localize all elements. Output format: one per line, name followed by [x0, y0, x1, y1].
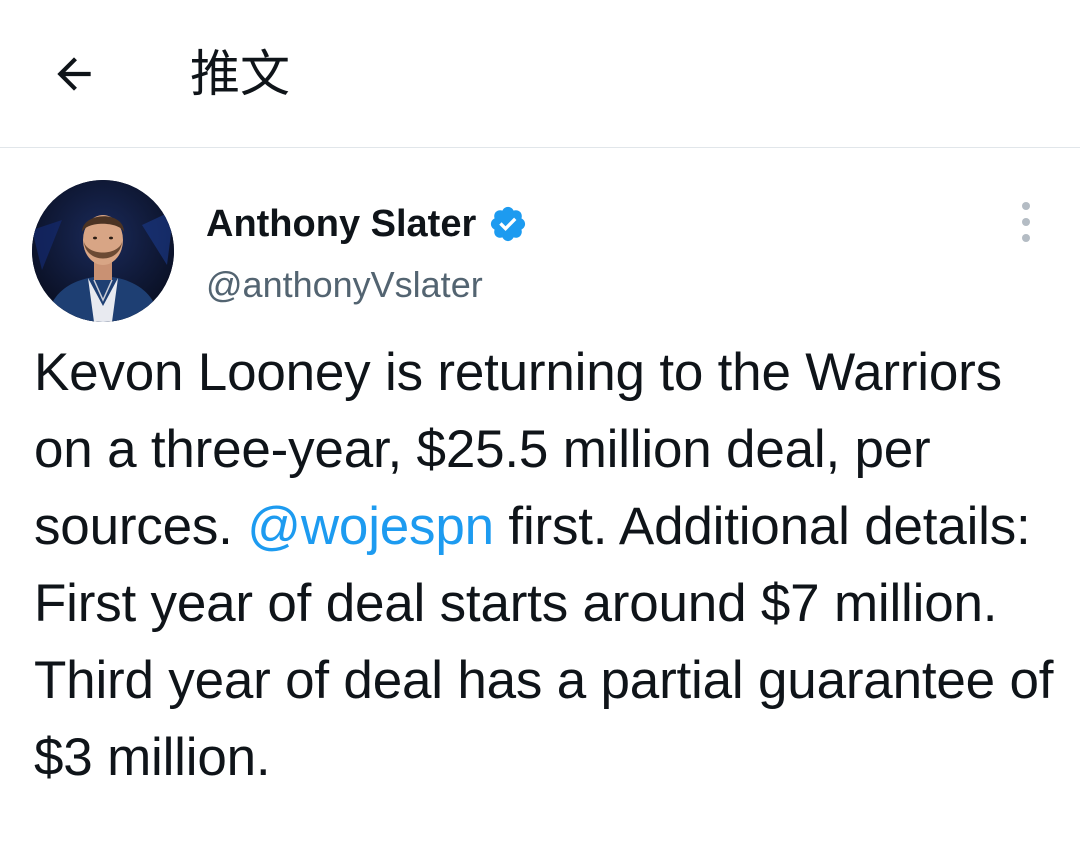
top-app-bar: 推文 — [0, 0, 1080, 148]
more-options-button[interactable] — [1006, 198, 1046, 246]
mention-link[interactable]: @wojespn — [247, 497, 494, 556]
author-handle[interactable]: @anthonyVslater — [206, 264, 483, 306]
arrow-left-icon — [57, 57, 91, 91]
author-name: Anthony Slater — [206, 203, 477, 245]
back-button[interactable] — [38, 38, 110, 110]
more-dot — [1022, 234, 1030, 242]
tweet-text: Kevon Looney is returning to the Warrior… — [34, 334, 1064, 796]
more-dot — [1022, 218, 1030, 226]
verified-badge-icon — [488, 204, 528, 244]
more-vertical-icon — [1022, 202, 1030, 210]
profile-photo — [32, 180, 174, 322]
tweet: Anthony Slater @anthonyVslater Kevon Loo… — [0, 148, 1080, 866]
page-title: 推文 — [190, 45, 290, 103]
avatar[interactable] — [32, 180, 174, 322]
author-name-row[interactable]: Anthony Slater — [206, 202, 528, 246]
